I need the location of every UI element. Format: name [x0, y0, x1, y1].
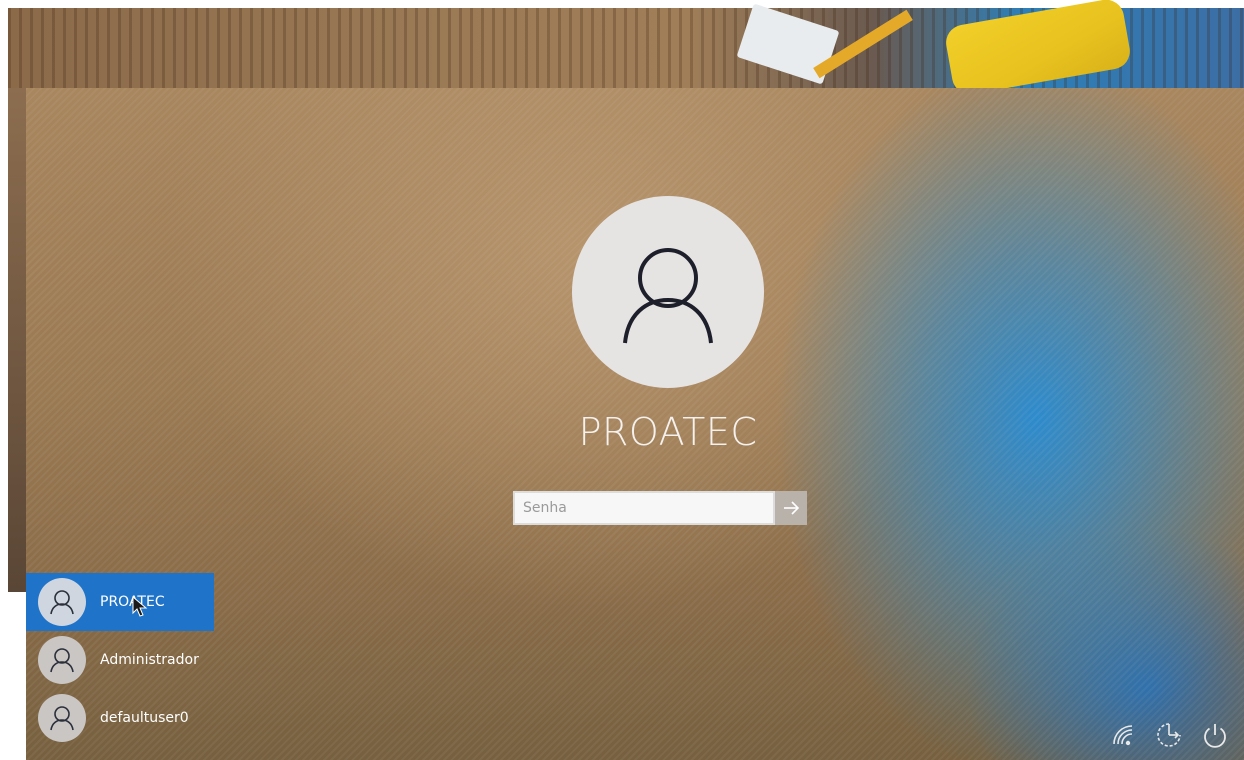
- user-item-label: Administrador: [100, 652, 199, 668]
- password-input[interactable]: [513, 491, 775, 525]
- photo-background-left: [8, 88, 26, 592]
- user-item-proatec[interactable]: PROATEC: [26, 573, 214, 631]
- system-tray: [1108, 720, 1230, 750]
- user-item-label: defaultuser0: [100, 710, 189, 726]
- arrow-right-icon: [784, 501, 800, 515]
- ease-of-access-icon[interactable]: [1154, 720, 1184, 750]
- user-avatar-small: [38, 694, 86, 742]
- password-row: [513, 491, 807, 525]
- lock-screen: PROATEC PROATEC Administrador defaultuse…: [26, 88, 1244, 760]
- user-icon: [50, 648, 74, 673]
- power-icon[interactable]: [1200, 720, 1230, 750]
- mouse-cursor-icon: [132, 596, 148, 617]
- user-item-administrador[interactable]: Administrador: [26, 631, 214, 689]
- network-icon[interactable]: [1108, 720, 1138, 750]
- background-cards: [943, 0, 1133, 98]
- user-avatar-small: [38, 636, 86, 684]
- user-avatar: [572, 196, 764, 388]
- login-username: PROATEC: [578, 410, 758, 454]
- user-icon: [50, 590, 74, 615]
- photo-background-top: [8, 0, 1244, 98]
- user-icon: [623, 248, 713, 344]
- user-switcher-list: PROATEC Administrador defaultuser0: [26, 573, 226, 747]
- user-item-defaultuser0[interactable]: defaultuser0: [26, 689, 214, 747]
- user-avatar-small: [38, 578, 86, 626]
- submit-button[interactable]: [775, 491, 807, 525]
- user-icon: [50, 706, 74, 731]
